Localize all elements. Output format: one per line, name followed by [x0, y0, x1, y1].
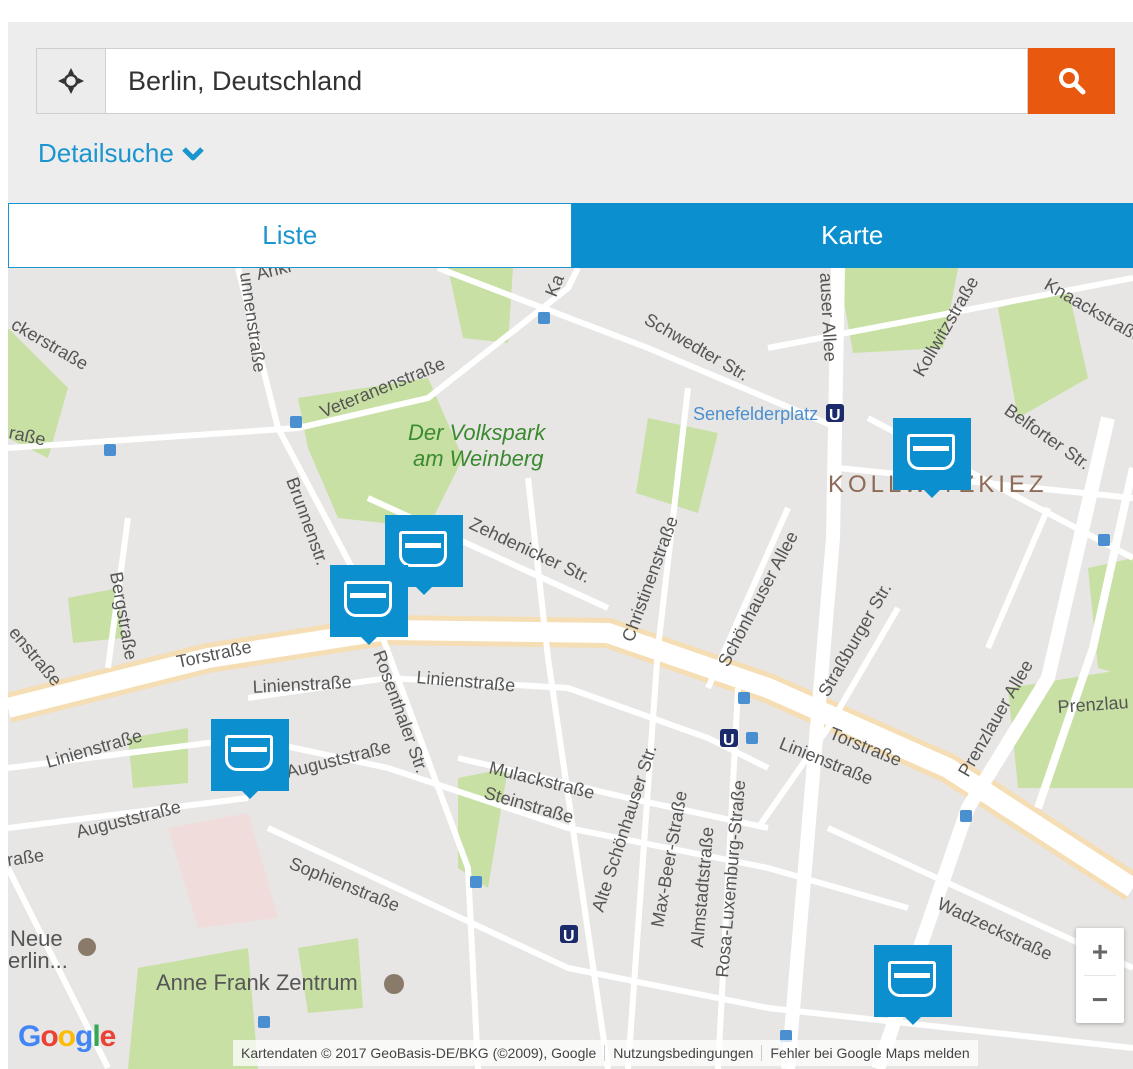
- branch-marker[interactable]: [874, 945, 952, 1025]
- zoom-out-button[interactable]: −: [1076, 976, 1124, 1023]
- park-label-line1: Der Volkspark: [408, 420, 546, 445]
- zoom-control: + −: [1076, 928, 1124, 1023]
- park-label-line2: am Weinberg: [413, 446, 544, 471]
- google-logo: Google: [18, 1020, 116, 1053]
- map-footer: Kartendaten © 2017 GeoBasis-DE/BKG (©200…: [233, 1040, 978, 1066]
- map-base: Torstraße Torstraße Veteranenstraße Zehd…: [8, 268, 1133, 1069]
- view-tabs: Liste Karte: [8, 203, 1133, 268]
- search-input[interactable]: [106, 48, 1028, 114]
- poi-label: Anne Frank Zentrum: [156, 970, 358, 995]
- tab-list[interactable]: Liste: [8, 203, 572, 268]
- detail-search-link[interactable]: Detailsuche: [38, 138, 204, 169]
- svg-text:U: U: [563, 928, 575, 945]
- card-icon: [225, 735, 273, 771]
- terms-link[interactable]: Nutzungsbedingungen: [604, 1045, 761, 1061]
- chevron-down-icon: [182, 146, 204, 160]
- map-view[interactable]: Torstraße Torstraße Veteranenstraße Zehd…: [8, 268, 1133, 1069]
- card-icon: [399, 531, 447, 567]
- tab-map[interactable]: Karte: [571, 203, 1133, 268]
- svg-text:U: U: [829, 407, 841, 424]
- synagogue-icon: [78, 938, 96, 956]
- zoom-in-button[interactable]: +: [1076, 928, 1124, 975]
- magnifier-icon: [1058, 68, 1085, 95]
- museum-icon: [384, 974, 404, 994]
- branch-marker[interactable]: [330, 565, 408, 645]
- detail-search-label: Detailsuche: [38, 138, 174, 168]
- report-error-link[interactable]: Fehler bei Google Maps melden: [761, 1045, 977, 1061]
- branch-marker[interactable]: [893, 418, 971, 498]
- crosshair-icon: [58, 68, 84, 94]
- station-label: Senefelderplatz: [693, 404, 818, 424]
- card-icon: [907, 434, 955, 470]
- card-icon: [344, 581, 392, 617]
- card-icon: [888, 961, 936, 997]
- poi-neue-line2: erlin...: [8, 948, 68, 973]
- svg-text:U: U: [723, 732, 735, 749]
- locate-button[interactable]: [36, 48, 106, 114]
- search-button[interactable]: [1028, 48, 1115, 114]
- branch-marker[interactable]: [211, 719, 289, 799]
- map-attribution: Kartendaten © 2017 GeoBasis-DE/BKG (©200…: [241, 1045, 597, 1061]
